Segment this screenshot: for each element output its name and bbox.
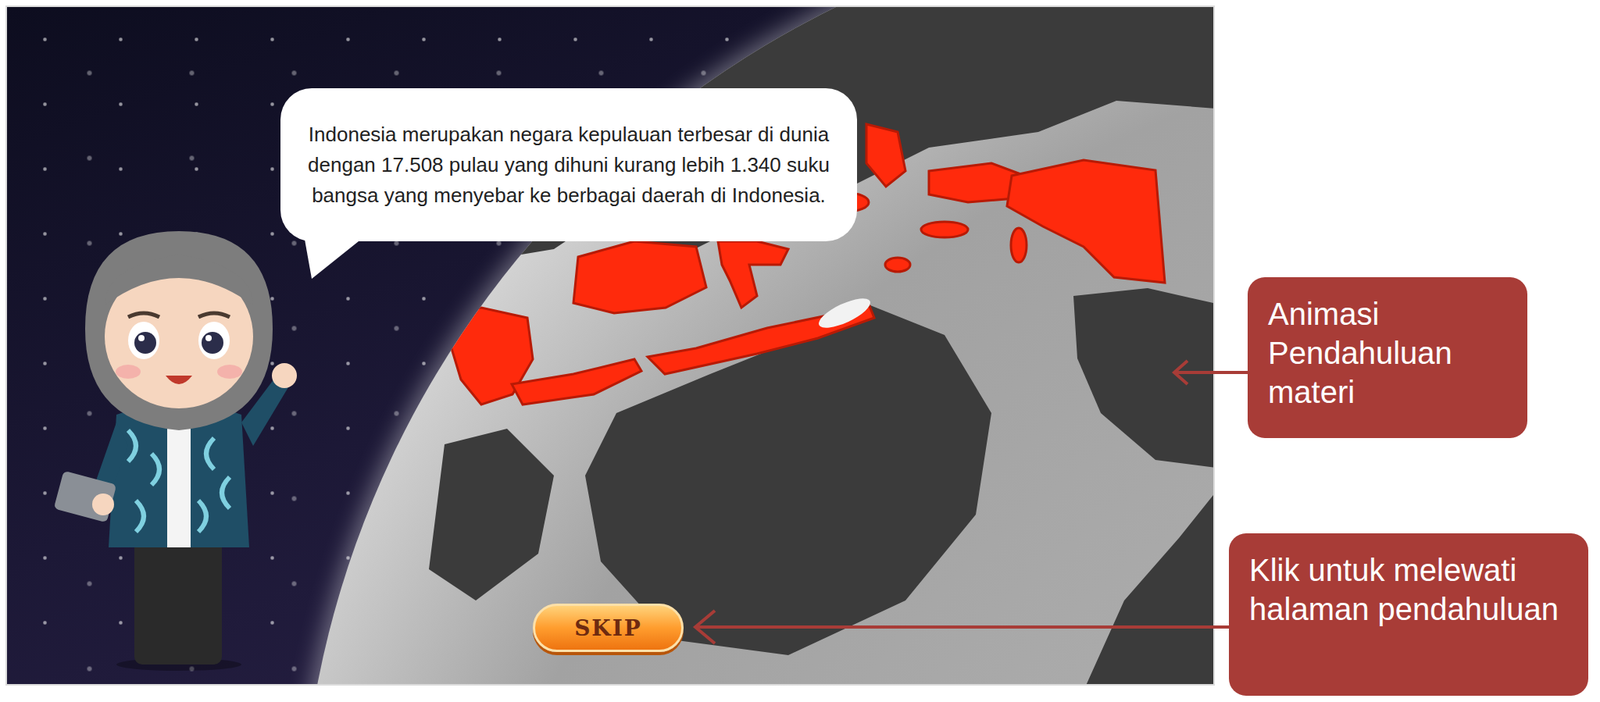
speech-text: Indonesia merupakan negara kepulauan ter… bbox=[307, 119, 831, 211]
annotation-callout: Animasi Pendahuluan materi bbox=[1247, 277, 1528, 439]
annotation-arrow-icon bbox=[0, 0, 1600, 702]
annotation-callout: Klik untuk melewati halaman pendahuluan bbox=[1228, 533, 1589, 697]
page: Indonesia merupakan negara kepulauan ter… bbox=[0, 0, 1600, 702]
teacher-character-icon bbox=[42, 219, 316, 673]
speech-bubble: Indonesia merupakan negara kepulauan ter… bbox=[280, 88, 858, 242]
intro-screen: Indonesia merupakan negara kepulauan ter… bbox=[5, 5, 1215, 686]
annotation-column: Animasi Pendahuluan materi Klik untuk mel… bbox=[1220, 0, 1600, 702]
skip-button[interactable]: SKIP bbox=[532, 603, 684, 653]
